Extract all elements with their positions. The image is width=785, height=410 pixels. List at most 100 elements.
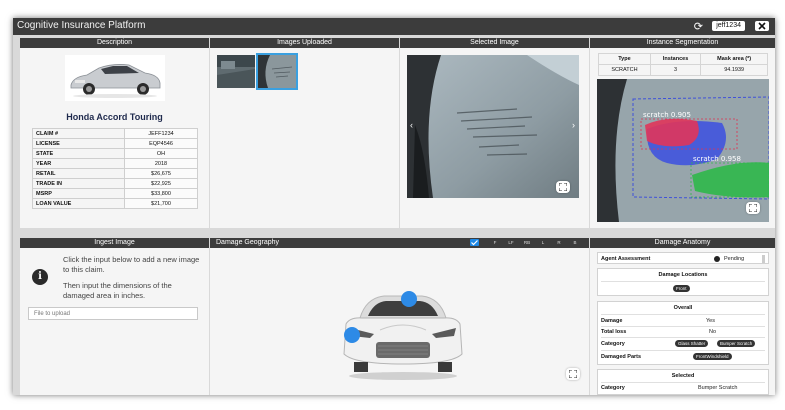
overall-box: Overall Damage Yes Total loss No Categor… (597, 301, 769, 365)
car-name: Honda Accord Touring (66, 112, 163, 122)
file-upload-input[interactable]: File to upload (28, 307, 198, 320)
ingest-image-panel: Ingest Image i Click the input below to … (20, 238, 209, 395)
tab-l[interactable]: L (535, 239, 551, 247)
fullscreen-button[interactable] (556, 181, 570, 193)
spec-value: OH (124, 148, 198, 159)
segment-label: scratch 0.958 (693, 155, 741, 163)
spec-key: STATE (32, 148, 125, 159)
view-tabs: F LF RB L R B (470, 239, 583, 247)
tab-b[interactable]: B (567, 239, 583, 247)
images-uploaded-header: Images Uploaded (210, 38, 399, 48)
images-uploaded-panel: Images Uploaded (210, 38, 399, 228)
damage-anatomy-header: Damage Anatomy (590, 238, 775, 248)
refresh-icon[interactable]: ⟳ (694, 20, 703, 33)
divider (601, 350, 765, 351)
damaged-parts-label: Damaged Parts (601, 354, 642, 360)
close-button[interactable] (755, 21, 769, 31)
table-row: LOAN VALUE $21,700 (32, 198, 198, 209)
tab-r[interactable]: R (551, 239, 567, 247)
divider (601, 281, 765, 282)
status-dot-icon (714, 256, 720, 262)
info-icon: i (32, 269, 48, 285)
spec-value: JEFF1234 (124, 128, 198, 139)
category-chip-glass-shatter[interactable]: Glass Shatter (675, 340, 709, 347)
title-bar: Cognitive Insurance Platform ⟳ jeff1234 (13, 18, 775, 35)
column-header: Instances (649, 53, 702, 65)
agent-assessment-row: Agent Assessment Pending (597, 252, 769, 264)
car-photo (65, 55, 165, 101)
fullscreen-button[interactable] (566, 368, 580, 380)
spec-value: EQP4546 (124, 138, 198, 149)
scrollbar-handle[interactable] (762, 255, 765, 263)
selected-category-value: Bumper Scratch (698, 385, 738, 391)
user-badge[interactable]: jeff1234 (712, 21, 745, 31)
uploaded-image-thumbnail[interactable] (217, 55, 255, 88)
spec-value: $22,925 (124, 178, 198, 189)
damage-locations-title: Damage Locations (658, 272, 708, 278)
fullscreen-icon (749, 204, 757, 212)
table-header-row: Type Instances Mask area (*) (598, 53, 768, 65)
category-chip-bumper-scratch[interactable]: Bumper Scratch (717, 340, 756, 347)
category-label: Category (601, 341, 625, 347)
description-header: Description (20, 38, 209, 48)
description-panel: Description Honda Accord Touring CLAIM #… (20, 38, 209, 228)
spec-key: RETAIL (32, 168, 125, 179)
ingest-instructions: Click the input below to add a new image… (63, 255, 203, 300)
divider (601, 326, 765, 327)
selected-title: Selected (671, 373, 695, 379)
damage-geography-panel: Damage Geography F LF RB L R B (210, 238, 589, 395)
checkbox-checked[interactable] (470, 239, 479, 246)
tab-rb[interactable]: RB (519, 239, 535, 247)
table-row: TRADE IN $22,925 (32, 178, 198, 189)
spec-value: $26,675 (124, 168, 198, 179)
tab-lf[interactable]: LF (503, 239, 519, 247)
close-icon (758, 22, 766, 30)
fullscreen-button[interactable] (746, 202, 760, 214)
spec-value: $33,800 (124, 188, 198, 199)
table-row: SCRATCH 3 94.1939 (598, 64, 768, 76)
table-row: LICENSE EQP4546 (32, 138, 198, 149)
ingest-image-header: Ingest Image (20, 238, 209, 248)
damage-geography-title: Damage Geography (216, 239, 280, 246)
damage-value: Yes (706, 318, 715, 324)
spec-key: TRADE IN (32, 178, 125, 189)
instance-count: 3 (649, 64, 702, 76)
table-row: YEAR 2018 (32, 158, 198, 169)
selected-image-panel: Selected Image ‹ › (400, 38, 589, 228)
column-header: Type (598, 53, 651, 65)
damage-anatomy-panel: Damage Anatomy Agent Assessment Pending … (590, 238, 775, 395)
table-row: RETAIL $26,675 (32, 168, 198, 179)
fullscreen-icon (569, 370, 577, 378)
app-title: Cognitive Insurance Platform (17, 20, 146, 31)
spec-value: 2018 (124, 158, 198, 169)
spec-key: LOAN VALUE (32, 198, 125, 209)
instance-segmentation-panel: Instance Segmentation Type Instances Mas… (590, 38, 775, 228)
damage-geography-header: Damage Geography F LF RB L R B (210, 238, 589, 248)
spec-key: YEAR (32, 158, 125, 169)
selected-category-label: Category (601, 385, 625, 391)
total-loss-value: No (709, 329, 717, 335)
total-loss-label: Total loss (601, 329, 627, 335)
prev-image-arrow[interactable]: ‹ (410, 120, 413, 130)
car-front-diagram (343, 291, 463, 380)
divider (601, 382, 765, 383)
next-image-arrow[interactable]: › (572, 120, 575, 130)
damage-marker-front-left[interactable] (344, 327, 360, 343)
spec-value: $21,700 (124, 198, 198, 209)
segmentation-overlay-image: scratch 0.905 scratch 0.958 (597, 79, 769, 222)
spec-key: CLAIM # (32, 128, 125, 139)
table-row: STATE OH (32, 148, 198, 159)
divider (601, 314, 765, 315)
uploaded-image-thumbnail-selected[interactable] (256, 53, 298, 90)
agent-assessment-label: Agent Assessment (601, 256, 651, 262)
agent-status: Pending (724, 256, 745, 262)
damaged-part-chip[interactable]: FrontWindshield (693, 353, 732, 360)
overall-title: Overall (673, 305, 693, 311)
selected-box: Selected Category Bumper Scratch (597, 369, 769, 395)
spec-key: LICENSE (32, 138, 125, 149)
table-row: CLAIM # JEFF1234 (32, 128, 198, 139)
damage-marker-windshield[interactable] (401, 291, 417, 307)
segment-label: scratch 0.905 (643, 111, 691, 119)
tab-f[interactable]: F (487, 239, 503, 247)
location-chip-front[interactable]: Front (673, 285, 690, 292)
